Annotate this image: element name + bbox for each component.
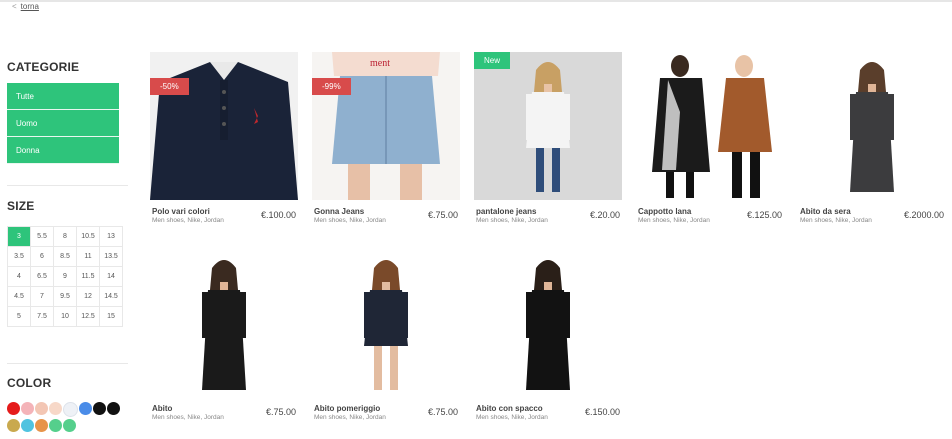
size-option[interactable]: 5 [8,307,31,327]
size-option[interactable]: 11 [77,247,100,267]
product-name[interactable]: Polo vari colori [152,207,210,216]
sidebar-divider [7,185,128,186]
category-list: Tutte Uomo Donna [7,83,128,164]
size-option[interactable]: 10 [54,307,77,327]
size-option[interactable]: 6.5 [31,267,54,287]
new-badge: New [474,52,511,69]
product-image[interactable] [312,250,460,398]
color-swatch[interactable] [21,419,34,432]
categories-title: CATEGORIE [7,60,80,74]
category-item-uomo[interactable]: Uomo [7,110,119,137]
product-card[interactable]: Abito da sera Men shoes, Nike, Jordan €.20… [798,52,946,224]
size-option[interactable]: 9.5 [54,287,77,307]
size-option[interactable]: 14.5 [100,287,123,307]
color-swatch[interactable] [21,402,34,415]
size-option[interactable]: 3.5 [8,247,31,267]
product-tags: Men shoes, Nike, Jordan [638,217,710,224]
size-option[interactable]: 4.5 [8,287,31,307]
sidebar-divider [7,363,128,364]
color-swatch[interactable] [49,402,62,415]
category-item-donna[interactable]: Donna [7,137,119,164]
color-swatch[interactable] [63,402,78,417]
product-image[interactable] [636,52,784,200]
product-image[interactable]: ment -99% [312,52,460,200]
size-option[interactable]: 12.5 [77,307,100,327]
product-price: €.125.00 [746,210,782,220]
product-price: €.75.00 [265,407,296,417]
product-image[interactable] [798,52,946,200]
size-option[interactable]: 6 [31,247,54,267]
product-name[interactable]: Abito da sera [800,207,851,216]
size-option[interactable]: 7 [31,287,54,307]
product-price: €.75.00 [427,210,458,220]
discount-badge: -99% [312,78,351,95]
product-tags: Men shoes, Nike, Jordan [152,414,224,421]
color-swatch[interactable] [49,419,62,432]
color-swatch[interactable] [7,402,20,415]
product-price: €.150.00 [584,407,620,417]
product-price: €.20.00 [589,210,620,220]
size-option[interactable]: 12 [77,287,100,307]
size-option[interactable]: 13.5 [100,247,123,267]
product-image[interactable] [474,250,622,398]
svg-text:ment: ment [370,58,390,69]
product-price: €.2000.00 [903,210,944,220]
size-option[interactable]: 4 [8,267,31,287]
color-swatch[interactable] [93,402,106,415]
size-option[interactable]: 8.5 [54,247,77,267]
color-swatch[interactable] [107,402,120,415]
product-name[interactable]: Abito con spacco [476,404,543,413]
filter-sidebar: CATEGORIE Tutte Uomo Donna [7,60,128,164]
size-option[interactable]: 3 [8,227,31,247]
product-tags: Men shoes, Nike, Jordan [152,217,224,224]
size-option[interactable]: 14 [100,267,123,287]
product-tags: Men shoes, Nike, Jordan [800,217,872,224]
product-card[interactable]: Abito con spacco Men shoes, Nike, Jordan €… [474,250,622,421]
product-card[interactable]: -50% Polo vari colori Men shoes, Nike, Jor… [150,52,298,224]
product-card[interactable]: Abito Men shoes, Nike, Jordan €.75.00 [150,250,298,421]
product-tags: Men shoes, Nike, Jordan [314,217,386,224]
size-option[interactable]: 5.5 [31,227,54,247]
size-grid: 3 5.5 8 10.5 13 3.5 6 8.5 11 13.5 4 6.5 … [7,226,123,327]
color-swatch[interactable] [7,419,20,432]
color-swatch[interactable] [35,402,48,415]
category-item-tutte[interactable]: Tutte [7,83,119,110]
product-tags: Men shoes, Nike, Jordan [314,414,386,421]
product-price: €.75.00 [427,407,458,417]
product-price: €.100.00 [260,210,296,220]
product-tags: Men shoes, Nike, Jordan [476,414,548,421]
product-name[interactable]: pantalone jeans [476,207,536,216]
product-card[interactable]: New pantalone jeans Men shoes, Nike, Jorda… [474,52,622,224]
back-link-label[interactable]: torna [21,2,39,11]
size-option[interactable]: 15 [100,307,123,327]
product-name[interactable]: Gonna Jeans [314,207,364,216]
top-border [0,0,952,2]
product-name[interactable]: Cappotto lana [638,207,691,216]
product-name[interactable]: Abito pomeriggio [314,404,380,413]
back-link[interactable]: < torna [12,2,39,11]
color-swatches [7,402,127,434]
size-option[interactable]: 7.5 [31,307,54,327]
color-swatch[interactable] [79,402,92,415]
product-image[interactable]: -50% [150,52,298,200]
color-swatch[interactable] [35,419,48,432]
color-title: COLOR [7,376,52,390]
size-title: SIZE [7,199,35,213]
product-name[interactable]: Abito [152,404,172,413]
product-image[interactable]: New [474,52,622,200]
product-image[interactable] [150,250,298,398]
discount-badge: -50% [150,78,189,95]
product-tags: Men shoes, Nike, Jordan [476,217,548,224]
size-option[interactable]: 9 [54,267,77,287]
size-option[interactable]: 10.5 [77,227,100,247]
product-card[interactable]: Abito pomeriggio Men shoes, Nike, Jordan €… [312,250,460,421]
size-option[interactable]: 8 [54,227,77,247]
size-option[interactable]: 13 [100,227,123,247]
chevron-left-icon: < [12,2,17,11]
product-card[interactable]: Cappotto lana Men shoes, Nike, Jordan €.12… [636,52,784,224]
color-swatch[interactable] [63,419,76,432]
product-card[interactable]: ment -99% Gonna Jeans Men shoes, Nike, Jor… [312,52,460,224]
size-option[interactable]: 11.5 [77,267,100,287]
